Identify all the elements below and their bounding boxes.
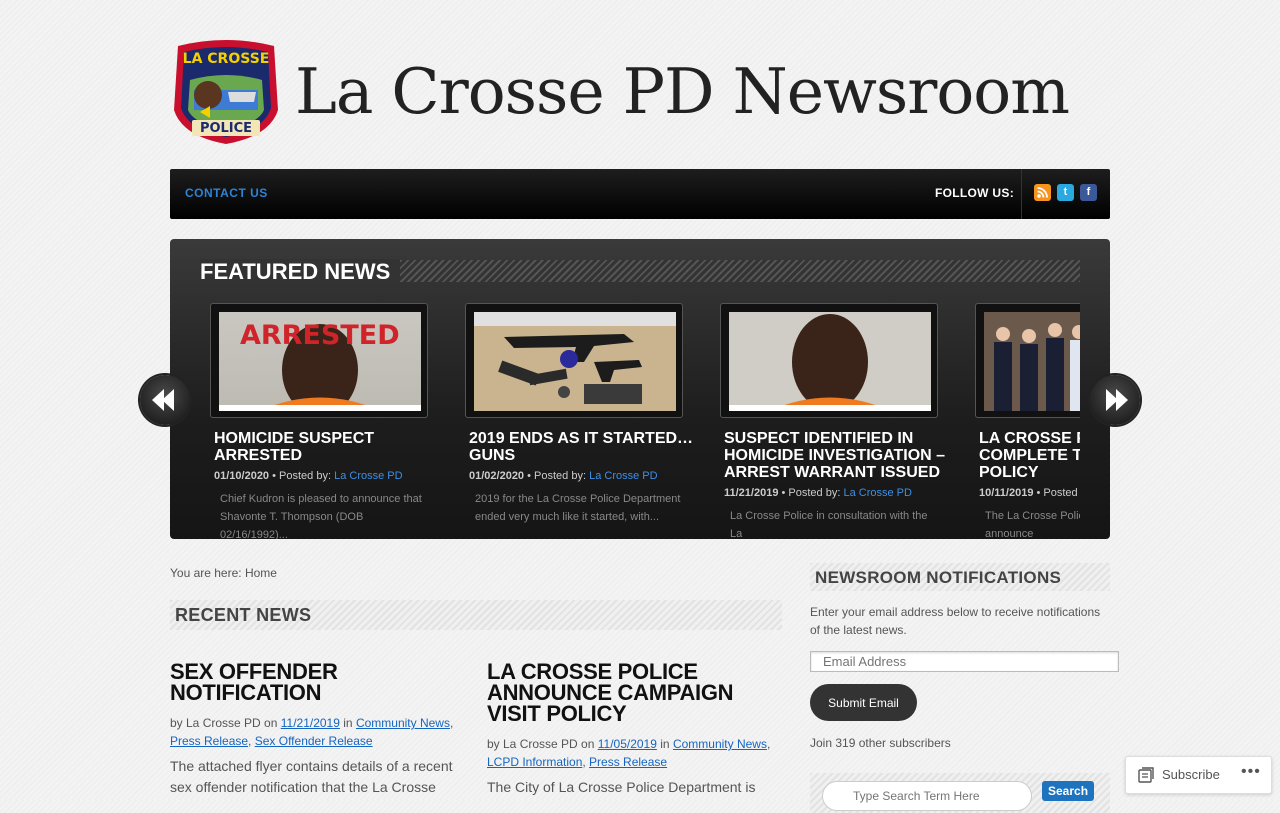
slide-author-link[interactable]: La Crosse PD	[589, 470, 657, 482]
post-title[interactable]: SEX OFFENDER NOTIFICATION	[170, 661, 460, 704]
logo-text-bottom: POLICE	[199, 121, 253, 136]
slide-thumbnail[interactable]: ARRESTED	[210, 303, 428, 418]
post-date-link[interactable]: 11/05/2019	[598, 737, 657, 751]
slide-meta: 01/10/2020 • Posted by: La Crosse PD	[214, 470, 445, 482]
slider-prev-button[interactable]	[140, 375, 190, 425]
slide-title[interactable]: LA CROSSE POLICE COMPLETE THE CAMPAIGN P…	[979, 430, 1080, 481]
slide-meta: 10/11/2019 • Posted	[979, 487, 1080, 499]
twitter-icon[interactable]: t	[1057, 184, 1074, 201]
post-in-label: in	[343, 716, 353, 730]
category-link[interactable]: Press Release	[170, 734, 248, 748]
category-link[interactable]: Press Release	[589, 755, 667, 769]
search-widget: Search	[810, 773, 1110, 813]
slide-suspect-identified[interactable]: SUSPECT IDENTIFIED IN HOMICIDE INVESTIGA…	[720, 303, 955, 539]
post-byline: by La Crosse PD on	[487, 737, 595, 751]
subscribe-icon	[1138, 767, 1154, 783]
slide-excerpt: La Crosse Police in consultation with th…	[730, 510, 928, 539]
posted-by-label: • Posted by:	[781, 487, 841, 499]
posted-by-label: • Posted	[1036, 487, 1078, 499]
post-meta: by La Crosse PD on 11/05/2019 in Communi…	[487, 737, 771, 769]
slide-title[interactable]: HOMICIDE SUSPECT ARRESTED	[214, 430, 444, 464]
category-link[interactable]: Sex Offender Release	[255, 734, 373, 748]
recent-news-heading: RECENT NEWS	[175, 605, 312, 625]
logo-text-top: LA CROSSE	[182, 51, 270, 67]
chevron-left-icon	[152, 389, 174, 411]
slide-date: 10/11/2019	[979, 487, 1034, 499]
slide-date: 01/10/2020	[214, 470, 270, 482]
site-logo[interactable]: LA CROSSE POLICE	[170, 40, 282, 146]
follow-us-label: FOLLOW US:	[935, 186, 1014, 200]
post-meta: by La Crosse PD on 11/21/2019 in Communi…	[170, 716, 454, 748]
slide-date: 01/02/2020	[469, 470, 525, 482]
subscriber-count: Join 319 other subscribers	[810, 736, 951, 750]
featured-news-heading: FEATURED NEWS	[200, 259, 401, 285]
slide-meta: 01/02/2020 • Posted by: La Crosse PD	[469, 470, 700, 482]
newsroom-notifications-heading: NEWSROOM NOTIFICATIONS	[815, 568, 1062, 587]
newsroom-notifications-header: NEWSROOM NOTIFICATIONS	[810, 563, 1110, 591]
chevron-right-icon	[1106, 389, 1128, 411]
slide-excerpt: Chief Kudron is pleased to announce that…	[220, 493, 422, 539]
slide-thumbnail[interactable]	[720, 303, 938, 418]
posted-by-label: • Posted by:	[272, 470, 332, 482]
breadcrumb: You are here: Home	[170, 566, 277, 580]
slide-campaign-policy[interactable]: LA CROSSE POLICE COMPLETE THE CAMPAIGN P…	[975, 303, 1080, 539]
post-excerpt: The City of La Crosse Police Department …	[487, 779, 756, 795]
slide-homicide-suspect[interactable]: ARRESTED HOMICIDE SUSPECT ARRESTED 01/10…	[210, 303, 445, 539]
main-nav: CONTACT US FOLLOW US: t f	[170, 169, 1110, 219]
slide-excerpt: 2019 for the La Crosse Police Department…	[475, 493, 681, 523]
post-in-label: in	[660, 737, 670, 751]
recent-news-header: RECENT NEWS	[170, 600, 782, 630]
slide-2019-guns[interactable]: 2019 ENDS AS IT STARTED…GUNS 01/02/2020 …	[465, 303, 700, 526]
officers-image	[984, 312, 1080, 411]
slide-thumbnail[interactable]	[975, 303, 1080, 418]
slide-thumbnail[interactable]	[465, 303, 683, 418]
post-title[interactable]: LA CROSSE POLICE ANNOUNCE CAMPAIGN VISIT…	[487, 661, 777, 725]
more-options-icon[interactable]: •••	[1241, 763, 1261, 781]
slide-date: 11/21/2019	[724, 487, 779, 499]
site-title[interactable]: La Crosse PD Newsroom	[295, 55, 1070, 128]
nav-contact-us[interactable]: CONTACT US	[185, 186, 268, 200]
slide-excerpt: The La Crosse Police are pleased to anno…	[985, 510, 1080, 539]
email-field[interactable]	[810, 651, 1119, 672]
slide-title[interactable]: 2019 ENDS AS IT STARTED…GUNS	[469, 430, 699, 464]
slide-meta: 11/21/2019 • Posted by: La Crosse PD	[724, 487, 955, 499]
slide-title[interactable]: SUSPECT IDENTIFIED IN HOMICIDE INVESTIGA…	[724, 430, 954, 481]
mugshot-image: ARRESTED	[219, 312, 421, 411]
posted-by-label: • Posted by:	[527, 470, 587, 482]
slide-author-link[interactable]: La Crosse PD	[334, 470, 402, 482]
category-link[interactable]: Community News	[673, 737, 767, 751]
arrested-caption: ARRESTED	[240, 320, 400, 351]
post-byline: by La Crosse PD on	[170, 716, 278, 730]
search-input[interactable]	[822, 781, 1032, 811]
submit-email-button[interactable]: Submit Email	[810, 684, 917, 721]
subscribe-widget[interactable]: Subscribe •••	[1125, 756, 1272, 794]
post-excerpt: The attached flyer contains details of a…	[170, 758, 453, 795]
nav-divider	[1021, 169, 1022, 219]
guns-image	[474, 312, 676, 411]
featured-header-stripes	[400, 260, 1080, 282]
slide-author-link[interactable]: La Crosse PD	[843, 487, 911, 499]
category-link[interactable]: LCPD Information	[487, 755, 582, 769]
post-sex-offender: SEX OFFENDER NOTIFICATION by La Crosse P…	[170, 661, 460, 798]
slides-track: ARRESTED HOMICIDE SUSPECT ARRESTED 01/10…	[210, 303, 1080, 539]
facebook-icon[interactable]: f	[1080, 184, 1097, 201]
search-button[interactable]: Search	[1042, 781, 1094, 801]
slider-next-button[interactable]	[1090, 375, 1140, 425]
category-link[interactable]: Community News	[356, 716, 450, 730]
subscribe-label[interactable]: Subscribe	[1162, 767, 1220, 782]
rss-icon[interactable]	[1034, 184, 1051, 201]
notifications-description: Enter your email address below to receiv…	[810, 605, 1101, 637]
featured-news-slider: FEATURED NEWS ARRESTED HOMICIDE SUSPECT …	[170, 239, 1110, 539]
mugshot-image	[729, 312, 931, 411]
post-campaign-visit-policy: LA CROSSE POLICE ANNOUNCE CAMPAIGN VISIT…	[487, 661, 777, 798]
post-date-link[interactable]: 11/21/2019	[281, 716, 340, 730]
